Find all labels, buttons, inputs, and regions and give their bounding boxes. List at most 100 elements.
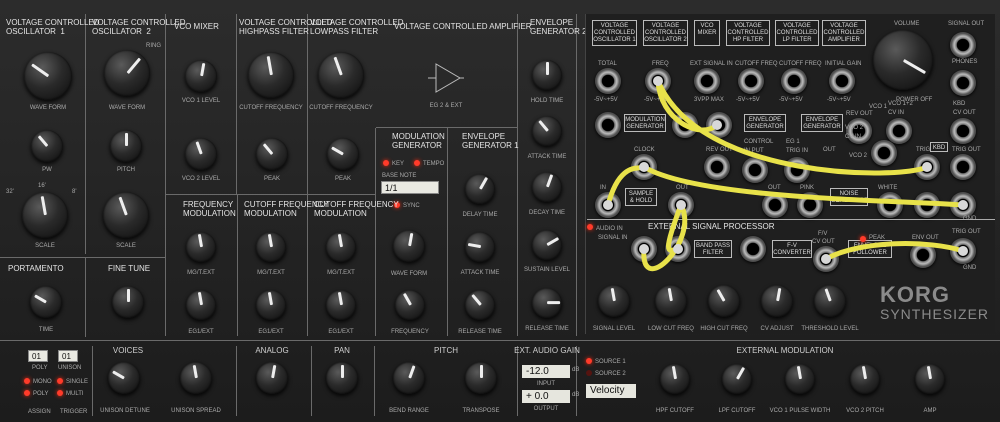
vco2-level-knob[interactable]	[185, 138, 217, 170]
jack-esp-2[interactable]	[665, 236, 691, 262]
jack-rev-out-2[interactable]	[704, 154, 730, 180]
vco2-waveform-knob[interactable]	[104, 50, 150, 96]
transpose-knob[interactable]	[465, 362, 497, 394]
jack-white[interactable]	[877, 192, 903, 218]
eg1-release-knob[interactable]	[465, 290, 495, 320]
jack-trig-out[interactable]	[950, 154, 976, 180]
lpf-peak-knob[interactable]	[327, 138, 359, 170]
hpf-peak-knob[interactable]	[256, 138, 288, 170]
input-db-label: dB	[572, 367, 580, 373]
jack-initial-gain[interactable]	[829, 68, 855, 94]
jack-bpf-out[interactable]	[740, 236, 766, 262]
unison-detune-knob[interactable]	[108, 362, 140, 394]
vco1-pw-knob[interactable]	[31, 130, 63, 162]
modgen-waveform-knob[interactable]	[393, 230, 425, 262]
ext-audio-gain-label: EXT. AUDIO GAIN	[514, 346, 580, 355]
ext-vco1-pw-knob[interactable]	[785, 364, 815, 394]
low-cut-knob[interactable]	[655, 285, 687, 317]
tempo-led[interactable]	[414, 160, 420, 166]
signal-out-jack[interactable]	[950, 32, 976, 58]
jack-sh-in[interactable]	[595, 192, 621, 218]
freqmod-eg-knob[interactable]	[186, 290, 216, 320]
jack-lpf-cutoff[interactable]	[781, 68, 807, 94]
freqmod-mg-knob[interactable]	[186, 232, 216, 262]
input-gain-display[interactable]: -12.0	[522, 365, 570, 378]
portamento-time-knob[interactable]	[30, 286, 62, 318]
lpf-cutoff-knob[interactable]	[318, 52, 364, 98]
jack-rev-in[interactable]	[706, 112, 732, 138]
cutmod2-eg-knob[interactable]	[326, 290, 356, 320]
peak-led[interactable]	[860, 236, 866, 242]
hpf-cutoff-knob[interactable]	[248, 52, 294, 98]
high-cut-knob[interactable]	[708, 285, 740, 317]
base-note-display[interactable]: 1/1	[381, 181, 439, 194]
vco1-waveform-knob[interactable]	[24, 52, 72, 100]
cutmod2-mg-knob[interactable]	[326, 232, 356, 262]
phones-jack[interactable]	[950, 70, 976, 96]
poly-opt-led[interactable]	[24, 390, 30, 396]
pan-knob[interactable]	[326, 362, 358, 394]
jack-vco2-cv[interactable]	[871, 140, 897, 166]
finetune-knob[interactable]	[112, 286, 144, 318]
jack-mg-out-1[interactable]	[595, 112, 621, 138]
cutmod1-mg-knob[interactable]	[256, 232, 286, 262]
ext-lpf-cutoff-knob[interactable]	[722, 364, 752, 394]
signal-level-knob[interactable]	[598, 285, 630, 317]
ext-vco2-pitch-knob[interactable]	[850, 364, 880, 394]
volume-knob[interactable]	[873, 30, 933, 90]
jack-env-out[interactable]	[910, 242, 936, 268]
jack-clock[interactable]	[631, 154, 657, 180]
jack-kbd-cv-out[interactable]	[950, 118, 976, 144]
eg2-hold-knob[interactable]	[532, 60, 562, 90]
cv-adjust-knob[interactable]	[761, 285, 793, 317]
cutmod1-eg-knob[interactable]	[256, 290, 286, 320]
unison-spread-knob[interactable]	[180, 362, 212, 394]
eg1-attack-knob[interactable]	[465, 232, 495, 262]
multi-led[interactable]	[57, 390, 63, 396]
unison-display[interactable]: 01	[58, 350, 78, 362]
jack-cv-out[interactable]	[813, 246, 839, 272]
cutmod2-eg-label: EG1/EXT	[328, 329, 354, 335]
eg1-delay-knob[interactable]	[465, 174, 495, 204]
jack-total[interactable]	[595, 68, 621, 94]
ext-hpf-cutoff-knob[interactable]	[660, 364, 690, 394]
vco1-scale-knob[interactable]	[22, 192, 68, 238]
single-led[interactable]	[57, 378, 63, 384]
eg2-attack-knob[interactable]	[532, 116, 562, 146]
cutmod1-mg-label: MG/T.EXT	[257, 270, 285, 276]
bend-range-knob[interactable]	[393, 362, 425, 394]
jack-vco12-cv[interactable]	[886, 118, 912, 144]
jack-eg1-trig[interactable]	[784, 157, 810, 183]
jack-freq[interactable]	[645, 68, 671, 94]
key-led[interactable]	[383, 160, 389, 166]
poly-display[interactable]: 01	[28, 350, 48, 362]
jack-trig-in[interactable]	[914, 154, 940, 180]
mono-led[interactable]	[24, 378, 30, 384]
modgen-frequency-knob[interactable]	[395, 290, 425, 320]
jack-esp-trig-out[interactable]	[950, 238, 976, 264]
eg2-sustain-knob[interactable]	[532, 230, 562, 260]
jack-sh-out[interactable]	[668, 192, 694, 218]
jack-out-3[interactable]	[762, 192, 788, 218]
jack-signal-in[interactable]	[631, 236, 657, 262]
source2-led[interactable]	[586, 370, 592, 376]
jack-control-input[interactable]	[742, 157, 768, 183]
eg2-release-knob[interactable]	[532, 288, 562, 318]
jack-row4-5[interactable]	[914, 192, 940, 218]
vco1-level-knob[interactable]	[185, 60, 217, 92]
output-gain-display[interactable]: + 0.0	[522, 390, 570, 403]
jack-pink[interactable]	[797, 192, 823, 218]
source-select[interactable]: Velocity	[586, 384, 636, 398]
jack-mg-out-2[interactable]	[672, 112, 698, 138]
jack-ext-signal[interactable]	[694, 68, 720, 94]
scale-8-label: 8'	[72, 189, 77, 195]
ext-amp-knob[interactable]	[915, 364, 945, 394]
analog-knob[interactable]	[256, 362, 288, 394]
audio-in-led[interactable]	[587, 224, 593, 230]
vco2-scale-knob[interactable]	[103, 192, 149, 238]
threshold-knob[interactable]	[814, 285, 846, 317]
jack-hpf-cutoff[interactable]	[738, 68, 764, 94]
source1-led[interactable]	[586, 358, 592, 364]
vco2-pitch-knob[interactable]	[110, 130, 142, 162]
eg2-decay-knob[interactable]	[532, 172, 562, 202]
